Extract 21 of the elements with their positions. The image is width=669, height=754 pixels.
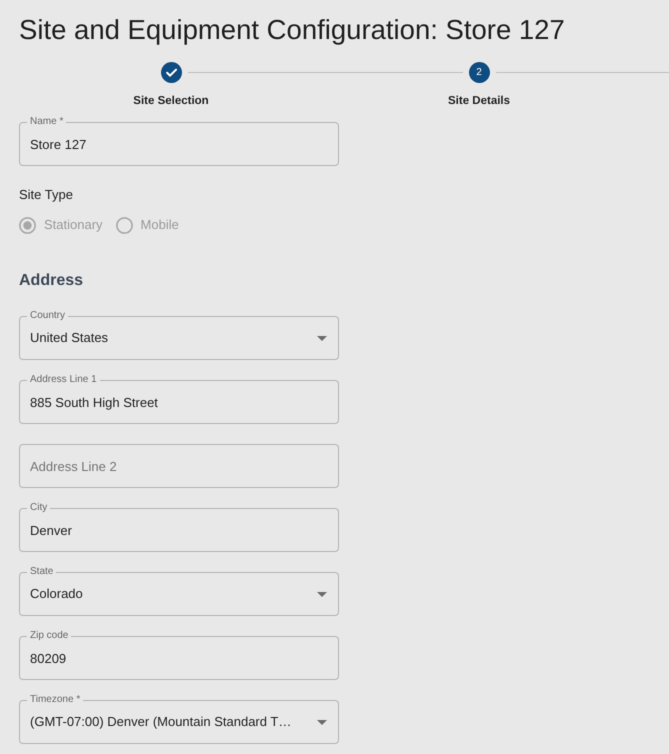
- step-label: Site Details: [448, 94, 510, 109]
- field-label: State: [30, 567, 54, 577]
- field-label: Timezone *: [30, 695, 80, 705]
- field-label: Country: [30, 311, 66, 321]
- select-field[interactable]: State Colorado: [19, 567, 339, 616]
- step-label: Site Selection: [133, 94, 209, 109]
- text-field[interactable]: Address Line 2: [19, 444, 339, 488]
- field-label: City: [30, 503, 48, 513]
- field-label: Name *: [30, 117, 64, 127]
- step-number: 2: [468, 62, 490, 83]
- select-field[interactable]: Timezone * (GMT-07:00) Denver (Mountain Standard T…: [19, 695, 339, 744]
- dropdown-caret-icon: [317, 720, 327, 724]
- field-label: Address Line 1: [30, 375, 97, 385]
- field-label: Zip code: [30, 631, 68, 641]
- group-label: Site Type: [19, 186, 73, 204]
- dropdown-caret-icon: [317, 336, 327, 340]
- section-heading: Address: [19, 271, 84, 291]
- page-title: Site and Equipment Configuration: Store 127: [19, 13, 565, 47]
- dropdown-caret-icon: [317, 592, 327, 596]
- select-field[interactable]: Country United States: [19, 311, 339, 360]
- check-circle-icon: [160, 62, 182, 83]
